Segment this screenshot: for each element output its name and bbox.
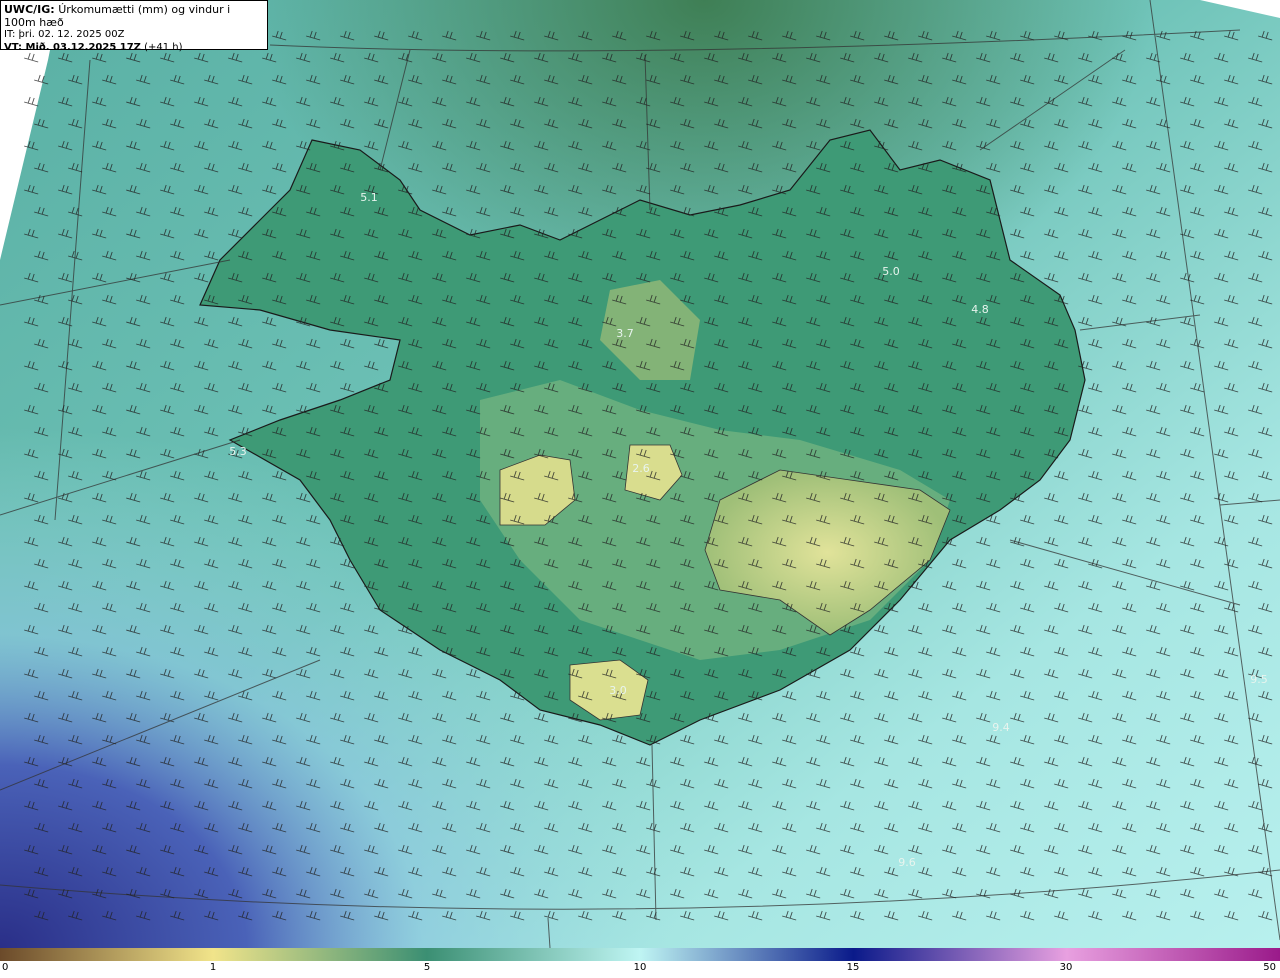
precip-value-label: 9.4 xyxy=(992,721,1010,734)
precip-value-label: 9.6 xyxy=(898,856,916,869)
precip-value-label: 3.0 xyxy=(609,684,627,697)
colorbar-tick: 15 xyxy=(846,962,860,973)
colorbar-tick: 50 xyxy=(1263,962,1276,973)
precip-value-label: 4.8 xyxy=(971,303,989,316)
precip-value-label: 5.3 xyxy=(229,445,247,458)
colorbar: 0 1 5 10 15 30 50 xyxy=(0,948,1280,978)
colorbar-tick: 1 xyxy=(209,962,217,973)
precip-value-label: 5.1 xyxy=(360,191,378,204)
forecast-map[interactable]: 5.1 5.0 4.8 3.7 5.3 2.6 3.0 9.5 9.4 9.6 xyxy=(0,0,1280,948)
precip-value-label: 2.6 xyxy=(632,462,650,475)
colorbar-strip xyxy=(0,948,1280,961)
precip-value-label: 3.7 xyxy=(616,327,634,340)
title-line: UWC/IG: Úrkomumætti (mm) og vindur i 100… xyxy=(4,3,264,29)
map-header: UWC/IG: Úrkomumætti (mm) og vindur i 100… xyxy=(0,0,268,53)
forecast-offset: (+41 h) xyxy=(144,41,183,53)
initial-time: IT: þri. 02. 12. 2025 00Z xyxy=(4,29,125,40)
colorbar-tick: 5 xyxy=(423,962,431,973)
colorbar-tick: 10 xyxy=(633,962,647,973)
precip-value-label: 9.5 xyxy=(1250,673,1268,686)
valid-time: VT: Mið. 03.12.2025 17Z xyxy=(4,41,141,53)
valid-time-line: VT: Mið. 03.12.2025 17Z (+41 h) xyxy=(4,42,264,55)
model-label: UWC/IG: xyxy=(4,3,55,16)
colorbar-tick: 0 xyxy=(2,962,9,973)
colorbar-tick: 30 xyxy=(1059,962,1073,973)
precip-value-label: 5.0 xyxy=(882,265,900,278)
